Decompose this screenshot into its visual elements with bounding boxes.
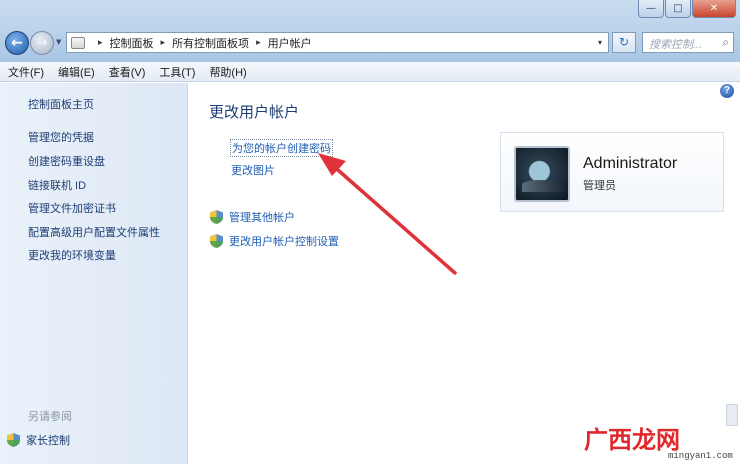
forward-button[interactable]: →: [30, 31, 54, 55]
manage-accounts-label: 管理其他帐户: [229, 212, 295, 224]
uac-shield-icon: [210, 210, 223, 224]
breadcrumb-control-panel[interactable]: 控制面板: [110, 35, 154, 51]
user-account-card: Administrator 管理员: [500, 132, 724, 212]
user-role: 管理员: [583, 180, 616, 192]
menu-view[interactable]: 查看(V): [109, 64, 146, 80]
uac-settings-link[interactable]: 更改用户帐户控制设置: [210, 233, 339, 249]
arrow-left-icon: ←: [11, 35, 23, 51]
parental-controls-label: 家长控制: [26, 435, 70, 447]
sidebar-item-home[interactable]: 控制面板主页: [28, 96, 94, 112]
watermark: 广西龙网: [584, 425, 680, 454]
menu-tools[interactable]: 工具(T): [159, 64, 195, 80]
search-input[interactable]: 搜索控制... ⌕: [642, 32, 734, 53]
create-password-link[interactable]: 为您的帐户创建密码: [230, 139, 333, 157]
control-panel-icon: [71, 36, 85, 49]
see-also-heading: 另请参阅: [28, 411, 72, 423]
user-name: Administrator: [583, 155, 678, 172]
uac-settings-label: 更改用户帐户控制设置: [229, 236, 339, 248]
back-button[interactable]: ←: [5, 31, 29, 55]
breadcrumb-user-accounts[interactable]: 用户帐户: [268, 35, 312, 51]
minimize-button[interactable]: —: [638, 0, 664, 18]
refresh-button[interactable]: ↻: [612, 32, 636, 53]
window-controls: — □ ✕: [638, 0, 736, 18]
sidebar-item-profile-properties[interactable]: 配置高级用户配置文件属性: [28, 224, 160, 240]
sidebar-item-credentials[interactable]: 管理您的凭据: [28, 129, 94, 145]
window-chrome: — □ ✕ ← → ▼ ▸ 控制面板 ▸ 所有控制面板项 ▸ 用户帐户 ▾ ↻ …: [0, 0, 740, 62]
menu-bar: 文件(F) 编辑(E) 查看(V) 工具(T) 帮助(H): [0, 62, 740, 82]
sidebar-item-encryption-certs[interactable]: 管理文件加密证书: [28, 200, 116, 216]
breadcrumb-separator[interactable]: ▸: [161, 37, 166, 48]
recent-pages-dropdown[interactable]: ▼: [56, 38, 61, 46]
help-icon[interactable]: ?: [720, 84, 734, 98]
sidebar-item-env-vars[interactable]: 更改我的环境变量: [28, 247, 116, 263]
address-dropdown[interactable]: ▾: [598, 38, 602, 47]
address-bar[interactable]: ▸ 控制面板 ▸ 所有控制面板项 ▸ 用户帐户 ▾: [66, 32, 609, 53]
breadcrumb-all-items[interactable]: 所有控制面板项: [172, 35, 249, 51]
sidebar-item-reset-disk[interactable]: 创建密码重设盘: [28, 153, 105, 169]
refresh-icon: ↻: [618, 35, 630, 49]
task-pane: 控制面板主页 管理您的凭据 创建密码重设盘 链接联机 ID 管理文件加密证书 配…: [0, 83, 188, 464]
breadcrumb-separator[interactable]: ▸: [256, 37, 261, 48]
arrow-right-icon: →: [36, 35, 48, 51]
sidebar-item-online-id[interactable]: 链接联机 ID: [28, 177, 86, 193]
sidebar-item-parental-controls[interactable]: 家长控制: [7, 432, 70, 448]
close-button[interactable]: ✕: [692, 0, 736, 18]
breadcrumb-separator[interactable]: ▸: [98, 37, 103, 48]
shield-icon: [7, 433, 20, 447]
search-icon[interactable]: ⌕: [722, 35, 729, 50]
page-title: 更改用户帐户: [209, 104, 300, 121]
uac-shield-icon: [210, 234, 223, 248]
menu-help[interactable]: 帮助(H): [209, 64, 246, 80]
change-picture-link[interactable]: 更改图片: [231, 162, 275, 178]
manage-accounts-link[interactable]: 管理其他帐户: [210, 209, 295, 225]
menu-file[interactable]: 文件(F): [8, 64, 44, 80]
scrollbar-thumb[interactable]: [726, 404, 738, 426]
menu-edit[interactable]: 编辑(E): [58, 64, 95, 80]
avatar: [514, 146, 570, 202]
search-placeholder: 搜索控制...: [649, 39, 703, 51]
maximize-button[interactable]: □: [665, 0, 691, 18]
watermark-url: mingyan1.com: [668, 451, 733, 461]
